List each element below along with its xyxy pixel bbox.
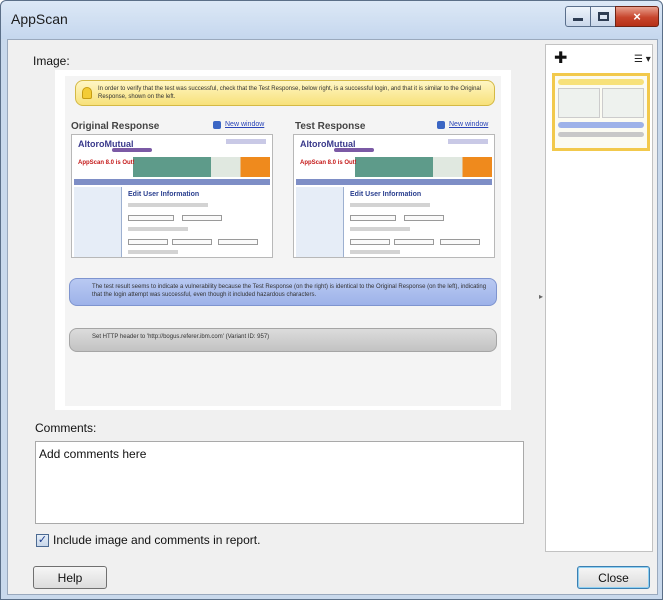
image-label: Image: — [33, 54, 70, 68]
close-button[interactable]: Close — [577, 566, 650, 589]
top-links — [448, 139, 488, 144]
test-response-preview: AltoroMutual AppScan 8.0 is Out! Edit Us… — [293, 134, 495, 258]
title-bar[interactable]: AppScan × — [1, 1, 662, 39]
banner-text: AppScan 8.0 is Out! — [300, 160, 357, 166]
form-field — [440, 239, 480, 245]
maximize-button[interactable] — [590, 6, 616, 27]
banner-text: AppScan 8.0 is Out! — [78, 160, 135, 166]
variant-note: Set HTTP header to 'http://bogus.referer… — [69, 328, 497, 352]
thumbnail-note — [558, 122, 644, 128]
test-response-title: Test Response — [295, 121, 366, 132]
new-window-icon — [437, 121, 445, 129]
comments-textarea[interactable]: Add comments here — [35, 441, 524, 524]
text-line — [128, 203, 208, 207]
window-title: AppScan — [11, 11, 68, 27]
variant-text: Set HTTP header to 'http://bogus.referer… — [92, 334, 270, 340]
result-text: The test result seems to indicate a vuln… — [92, 284, 487, 298]
side-menu — [74, 187, 122, 257]
form-field — [128, 239, 168, 245]
original-new-window-link: New window — [225, 121, 265, 128]
original-response-preview: AltoroMutual AppScan 8.0 is Out! Edit Us… — [71, 134, 273, 258]
lightbulb-icon — [82, 87, 92, 99]
thumbnail-preview — [558, 88, 600, 118]
form-field — [182, 215, 222, 221]
minimize-button[interactable] — [565, 6, 591, 27]
appscan-dialog: AppScan × Image: In order to verify that… — [0, 0, 663, 600]
vulnerability-result-note: The test result seems to indicate a vuln… — [69, 278, 497, 306]
nav-tabs — [74, 179, 270, 185]
form-field — [128, 215, 174, 221]
include-in-report-label[interactable]: Include image and comments in report. — [53, 533, 260, 547]
logo-swoosh — [112, 148, 152, 152]
text-line — [350, 250, 400, 254]
form-field — [350, 215, 396, 221]
comments-label: Comments: — [35, 421, 97, 435]
hint-text: In order to verify that the test was suc… — [98, 86, 482, 100]
page-heading: Edit User Information — [128, 191, 200, 198]
window-close-button[interactable]: × — [615, 6, 659, 27]
form-field — [394, 239, 434, 245]
text-line — [128, 227, 188, 231]
original-response-title: Original Response — [71, 121, 160, 132]
thumbnail-panel: ✚ ☰ ▾ — [545, 44, 653, 552]
form-field — [350, 239, 390, 245]
text-line — [350, 227, 410, 231]
plus-icon[interactable]: ✚ — [554, 51, 567, 67]
screenshot-content: In order to verify that the test was suc… — [65, 76, 501, 406]
minimize-icon — [573, 18, 583, 21]
panel-splitter-arrow-icon[interactable]: ▸ — [539, 292, 543, 301]
dialog-body: Image: In order to verify that the test … — [7, 39, 658, 595]
text-line — [350, 203, 430, 207]
page-heading: Edit User Information — [350, 191, 422, 198]
form-field — [218, 239, 258, 245]
form-field — [172, 239, 212, 245]
thumbnail-note — [558, 79, 644, 85]
nav-tabs — [296, 179, 492, 185]
include-in-report-checkbox[interactable]: ✓ — [36, 534, 49, 547]
close-icon: × — [633, 9, 641, 24]
thumbnail-preview — [602, 88, 644, 118]
test-new-window-link: New window — [449, 121, 489, 128]
help-button[interactable]: Help — [33, 566, 107, 589]
thumbnail-note — [558, 132, 644, 137]
side-menu — [296, 187, 344, 257]
text-line — [128, 250, 178, 254]
thumbnail-item-selected[interactable] — [552, 73, 650, 151]
screenshot-image: In order to verify that the test was suc… — [55, 70, 511, 410]
top-links — [226, 139, 266, 144]
new-window-icon — [213, 121, 221, 129]
maximize-icon — [597, 12, 609, 21]
logo-swoosh — [334, 148, 374, 152]
verification-hint-note: In order to verify that the test was suc… — [75, 80, 495, 106]
form-field — [404, 215, 444, 221]
list-view-icon[interactable]: ☰ ▾ — [634, 54, 651, 65]
